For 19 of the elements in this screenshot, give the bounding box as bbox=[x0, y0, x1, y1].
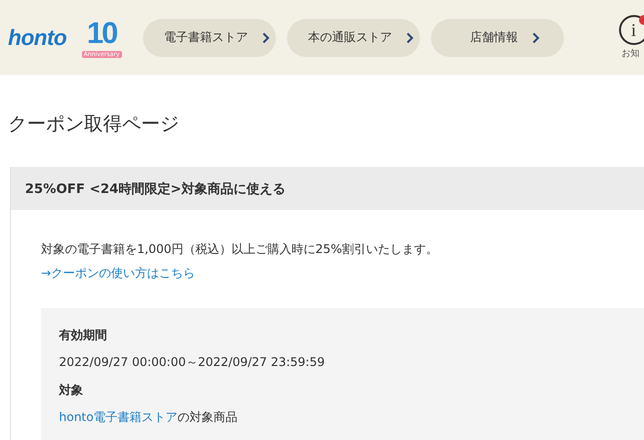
chevron-icon bbox=[532, 32, 540, 44]
help-link[interactable]: →クーポンの使い方はこちら bbox=[41, 264, 196, 282]
anniversary-number: 10 bbox=[86, 17, 116, 51]
chevron-icon bbox=[262, 32, 270, 44]
detail-label: 対象 bbox=[59, 382, 84, 399]
coupon-title: 25%OFF <24時間限定>対象商品に使える bbox=[25, 180, 286, 198]
coupon-description: 対象の電子書籍を1,000円（税込）以上ご購入時に25%割引いたします。 bbox=[41, 241, 440, 258]
detail-value: 2022/09/27 00:00:00～2022/09/27 23:59:59 bbox=[59, 355, 325, 369]
store-link[interactable]: honto電子書籍ストア bbox=[59, 410, 178, 424]
nav-button[interactable]: 電子書籍ストア bbox=[142, 18, 276, 56]
detail-label: 有効期間 bbox=[59, 327, 108, 344]
page-title: クーポン取得ページ bbox=[8, 112, 180, 137]
nav-button[interactable]: 本の通販ストア bbox=[286, 18, 420, 56]
detail-value: の対象商品 bbox=[178, 410, 238, 424]
notice-label[interactable]: お知 bbox=[622, 47, 640, 60]
chevron-icon bbox=[406, 32, 414, 44]
nav-button[interactable]: 店舗情報 bbox=[430, 18, 564, 56]
logo[interactable]: honto bbox=[8, 24, 67, 50]
notice-icon[interactable]: i bbox=[618, 15, 644, 45]
